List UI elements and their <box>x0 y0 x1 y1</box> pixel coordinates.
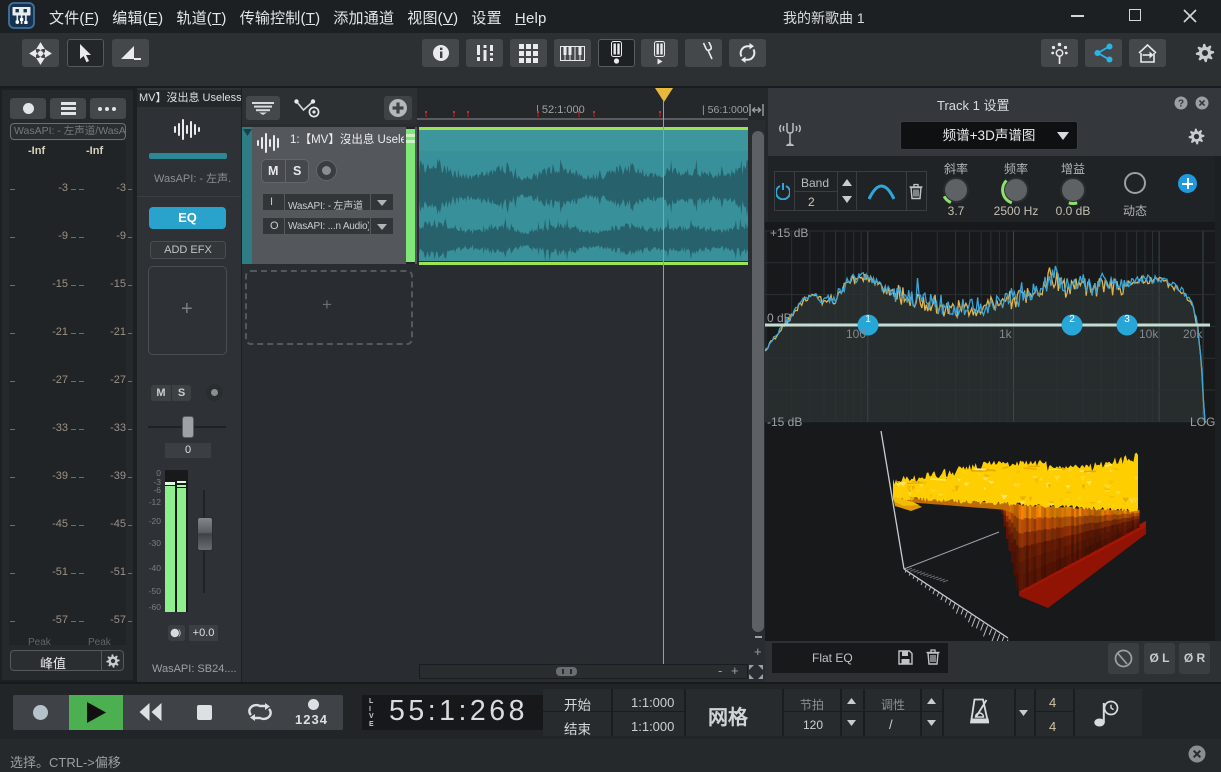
svg-text:3: 3 <box>1124 314 1130 325</box>
svg-text:2: 2 <box>1069 314 1075 325</box>
svg-text:?: ? <box>1178 98 1184 109</box>
svg-text:1: 1 <box>865 314 871 325</box>
